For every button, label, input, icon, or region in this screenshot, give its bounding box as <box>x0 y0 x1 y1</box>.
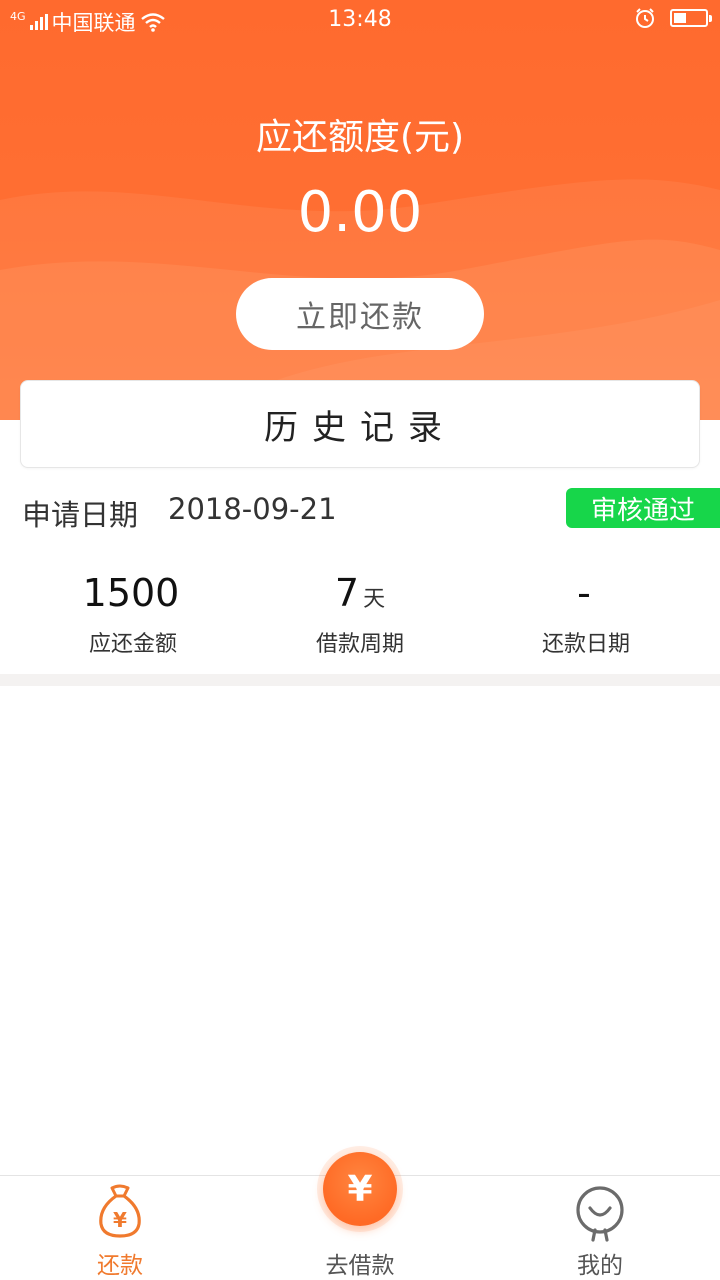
loan-record[interactable]: 申请日期 2018-09-21 审核通过 1500 应还金额 7天 借款周期 -… <box>0 478 720 674</box>
status-badge: 审核通过 <box>566 488 720 528</box>
stat-label: 应还金额 <box>88 632 177 657</box>
borrow-fab-button[interactable]: ¥ <box>323 1152 397 1226</box>
stat-value: 1500 <box>13 570 253 616</box>
tab-repay[interactable]: ¥ 还款 <box>0 1176 240 1280</box>
repay-now-button[interactable]: 立即还款 <box>236 278 484 350</box>
svg-text:¥: ¥ <box>113 1208 127 1232</box>
history-records-card[interactable]: 历史记录 <box>20 380 700 468</box>
stat-label: 借款周期 <box>315 632 404 657</box>
stat-repay-date: - 还款日期 <box>466 570 706 658</box>
status-time: 13:48 <box>328 7 392 32</box>
battery-icon <box>670 9 712 27</box>
alarm-icon <box>636 8 654 28</box>
tab-mine[interactable]: 我的 <box>480 1176 720 1280</box>
section-divider <box>0 674 720 686</box>
stat-loan-period: 7天 借款周期 <box>240 570 480 658</box>
stat-unit: 天 <box>363 587 386 612</box>
due-amount-value: 0.00 <box>297 180 423 245</box>
stat-value: - <box>466 570 706 616</box>
tab-label: 还款 <box>97 1253 143 1279</box>
tab-label: 去借款 <box>325 1253 395 1279</box>
yen-coin-icon: ¥ <box>347 1168 373 1210</box>
due-amount-title: 应还额度(元) <box>255 117 465 158</box>
apply-date-label: 申请日期 <box>22 498 139 532</box>
hero-header: 4G 中国联通 13:48 应还额度(元) 0.00 立即还款 <box>0 0 720 420</box>
money-bag-icon: ¥ <box>99 1184 141 1238</box>
stat-due-amount: 1500 应还金额 <box>13 570 253 658</box>
stat-value: 7天 <box>240 570 480 616</box>
stat-label: 还款日期 <box>541 632 630 657</box>
stat-number: 7 <box>334 571 360 615</box>
tab-label: 我的 <box>577 1253 623 1279</box>
stat-number: - <box>577 571 591 615</box>
status-right <box>634 7 712 29</box>
status-bar: 4G 中国联通 13:48 <box>0 0 720 40</box>
apply-date-value: 2018-09-21 <box>168 492 337 526</box>
stat-number: 1500 <box>82 571 180 615</box>
person-icon <box>576 1186 624 1242</box>
